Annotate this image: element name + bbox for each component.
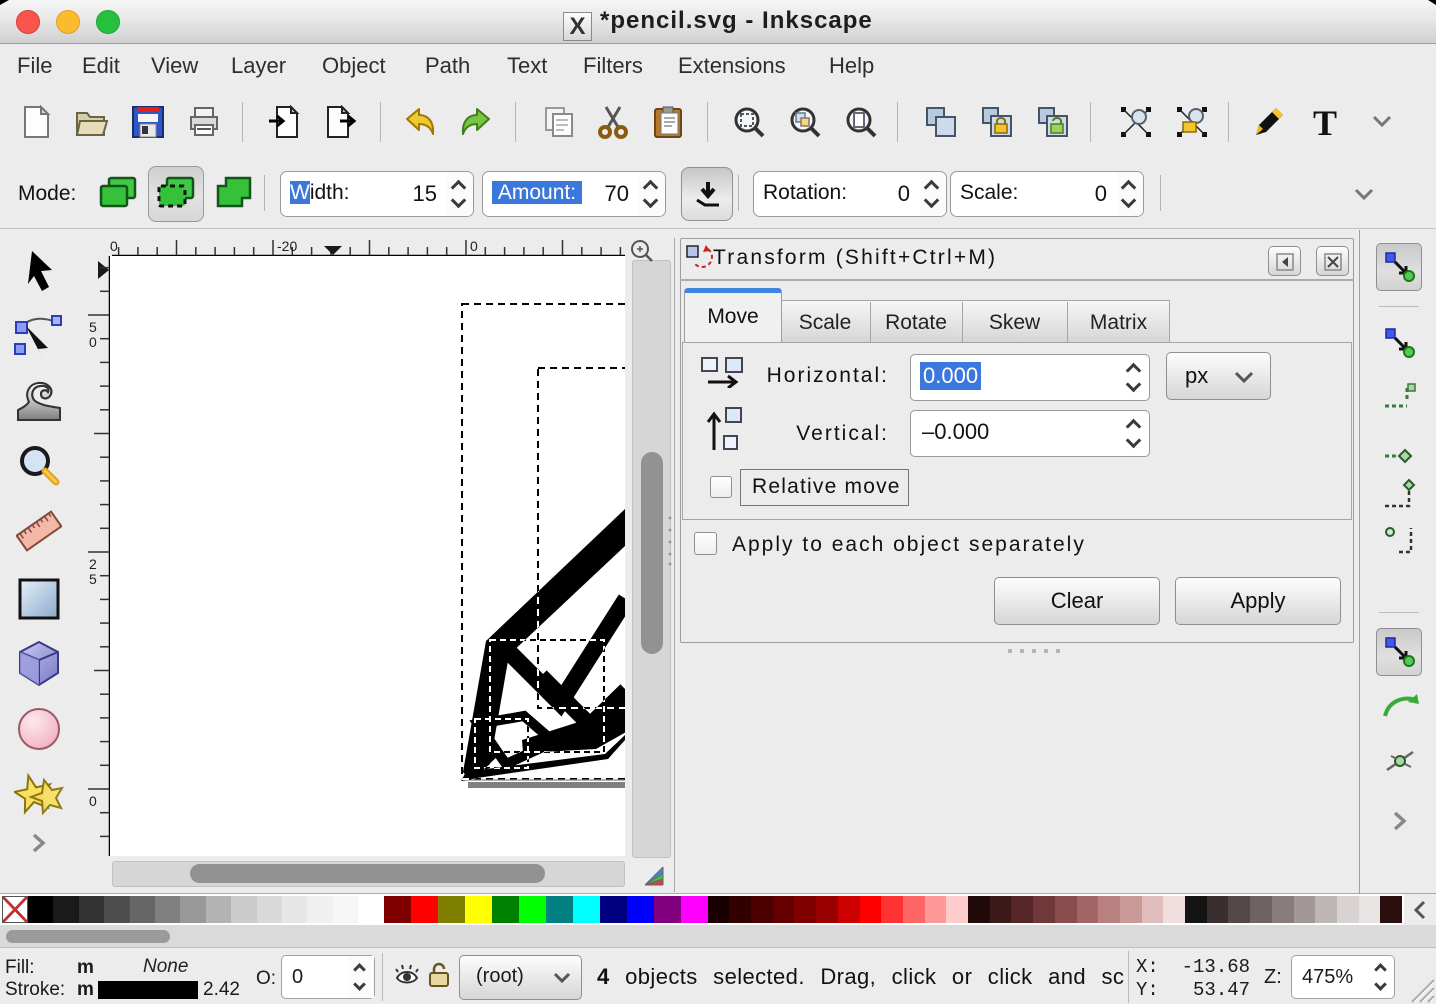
svg-text:0: 0 [89,793,97,809]
svg-text:T: T [1313,105,1337,139]
svg-text:-20: -20 [277,238,297,254]
svg-text:0: 0 [110,238,118,254]
svg-text:0: 0 [470,238,478,254]
svg-text:2: 2 [89,556,97,572]
svg-text:5: 5 [89,319,97,335]
svg-text:0: 0 [89,334,97,350]
svg-text:5: 5 [89,571,97,587]
